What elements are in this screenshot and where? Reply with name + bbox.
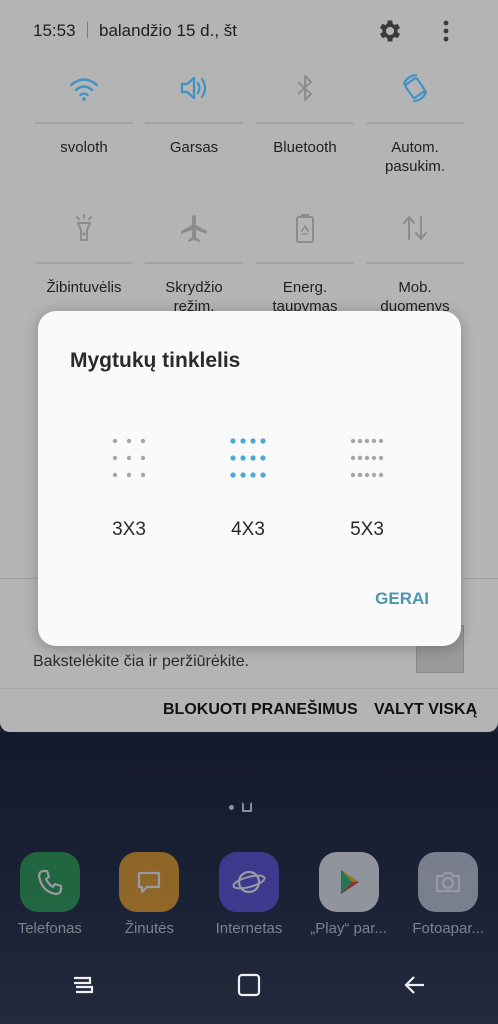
clear-all-button[interactable]: VALYT VISKĄ bbox=[374, 701, 477, 719]
gear-icon[interactable] bbox=[376, 17, 404, 45]
play-store-icon bbox=[318, 852, 379, 912]
volume-icon bbox=[174, 68, 214, 108]
clock: 15:53 bbox=[33, 21, 76, 40]
button-grid-dialog: Mygtukų tinklelis 3X3 4X3 5X3 GERAI bbox=[38, 311, 461, 646]
app-label: Telefonas bbox=[17, 920, 82, 937]
block-notifications-button[interactable]: BLOKUOTI PRANEŠIMUS bbox=[163, 701, 358, 719]
grid-preview-icon bbox=[349, 431, 385, 485]
grid-option-3x3[interactable]: 3X3 bbox=[79, 431, 179, 541]
quick-tile-label: Garsas bbox=[169, 139, 219, 156]
flashlight-icon bbox=[64, 208, 104, 248]
messages-icon bbox=[119, 852, 180, 912]
dock-app-internet[interactable]: Internetas bbox=[201, 852, 297, 937]
dock-app-messages[interactable]: Žinutės bbox=[101, 852, 197, 937]
back-button[interactable] bbox=[385, 955, 445, 1015]
quick-tile-volume[interactable]: Garsas bbox=[138, 60, 250, 200]
grid-option-5x3[interactable]: 5X3 bbox=[317, 431, 417, 541]
app-label: Žinutės bbox=[124, 920, 174, 937]
tile-divider bbox=[35, 122, 133, 124]
home-button[interactable] bbox=[219, 955, 279, 1015]
more-vert-icon[interactable] bbox=[434, 17, 458, 45]
grid-option-4x3[interactable]: 4X3 bbox=[198, 431, 298, 541]
grid-option-label: 4X3 bbox=[231, 519, 265, 540]
quick-tile-label: Bluetooth bbox=[273, 139, 337, 156]
dock-app-phone[interactable]: Telefonas bbox=[2, 852, 98, 937]
quick-tile-label: Žibintuvėlis bbox=[46, 279, 122, 296]
camera-icon bbox=[418, 852, 479, 912]
dock-app-play-store[interactable]: „Play“ par... bbox=[301, 852, 397, 937]
bluetooth-icon bbox=[285, 68, 325, 108]
page-dot bbox=[229, 804, 234, 810]
wifi-icon bbox=[64, 68, 104, 108]
grid-option-label: 5X3 bbox=[350, 519, 384, 540]
tile-divider bbox=[256, 262, 354, 264]
status-bar: 15:53 balandžio 15 d., št bbox=[0, 0, 498, 62]
battery-saver-icon bbox=[285, 208, 325, 248]
tile-divider bbox=[366, 122, 464, 124]
airplane-icon bbox=[174, 208, 214, 248]
quick-tile-auto-rotate[interactable]: Autom. pasukim. bbox=[359, 60, 471, 200]
tile-divider bbox=[145, 262, 243, 264]
home-icon bbox=[237, 973, 261, 997]
app-label: „Play“ par... bbox=[310, 920, 387, 937]
navigation-bar bbox=[0, 946, 498, 1024]
tile-divider bbox=[35, 262, 133, 264]
home-page-icon bbox=[242, 802, 252, 812]
quick-tile-label: Autom. pasukim. bbox=[384, 139, 446, 175]
grid-option-label: 3X3 bbox=[112, 519, 146, 540]
notification-body: Bakstelėkite čia ir peržiūrėkite. bbox=[33, 653, 250, 670]
app-label: Internetas bbox=[215, 920, 283, 937]
tile-divider bbox=[366, 262, 464, 264]
auto-rotate-icon bbox=[395, 68, 435, 108]
tile-divider bbox=[256, 122, 354, 124]
mobile-data-icon bbox=[395, 208, 435, 248]
app-dock: Telefonas Žinutės Internetas „Play“ par... F… bbox=[0, 852, 498, 937]
recents-icon bbox=[74, 976, 94, 994]
recents-button[interactable] bbox=[53, 955, 113, 1015]
page-indicator bbox=[229, 802, 252, 812]
quick-tile-label: svoloth bbox=[60, 139, 108, 156]
ok-button[interactable]: GERAI bbox=[375, 589, 429, 609]
date[interactable]: balandžio 15 d., št bbox=[99, 21, 237, 41]
divider bbox=[87, 22, 88, 38]
dialog-title: Mygtukų tinklelis bbox=[70, 349, 241, 372]
app-label: Fotoapar... bbox=[412, 920, 485, 937]
tile-divider bbox=[145, 122, 243, 124]
quick-tile-bluetooth[interactable]: Bluetooth bbox=[249, 60, 361, 200]
dock-app-camera[interactable]: Fotoapar... bbox=[400, 852, 496, 937]
back-icon bbox=[404, 976, 424, 994]
phone-icon bbox=[19, 852, 80, 912]
internet-icon bbox=[218, 852, 279, 912]
grid-preview-icon bbox=[111, 431, 147, 485]
grid-preview-icon bbox=[229, 431, 267, 485]
home-screen: Telefonas Žinutės Internetas „Play“ par... F… bbox=[0, 732, 498, 1024]
quick-tile-wifi[interactable]: svoloth bbox=[28, 60, 140, 200]
notification-actions: BLOKUOTI PRANEŠIMUS VALYT VISKĄ bbox=[0, 688, 498, 732]
